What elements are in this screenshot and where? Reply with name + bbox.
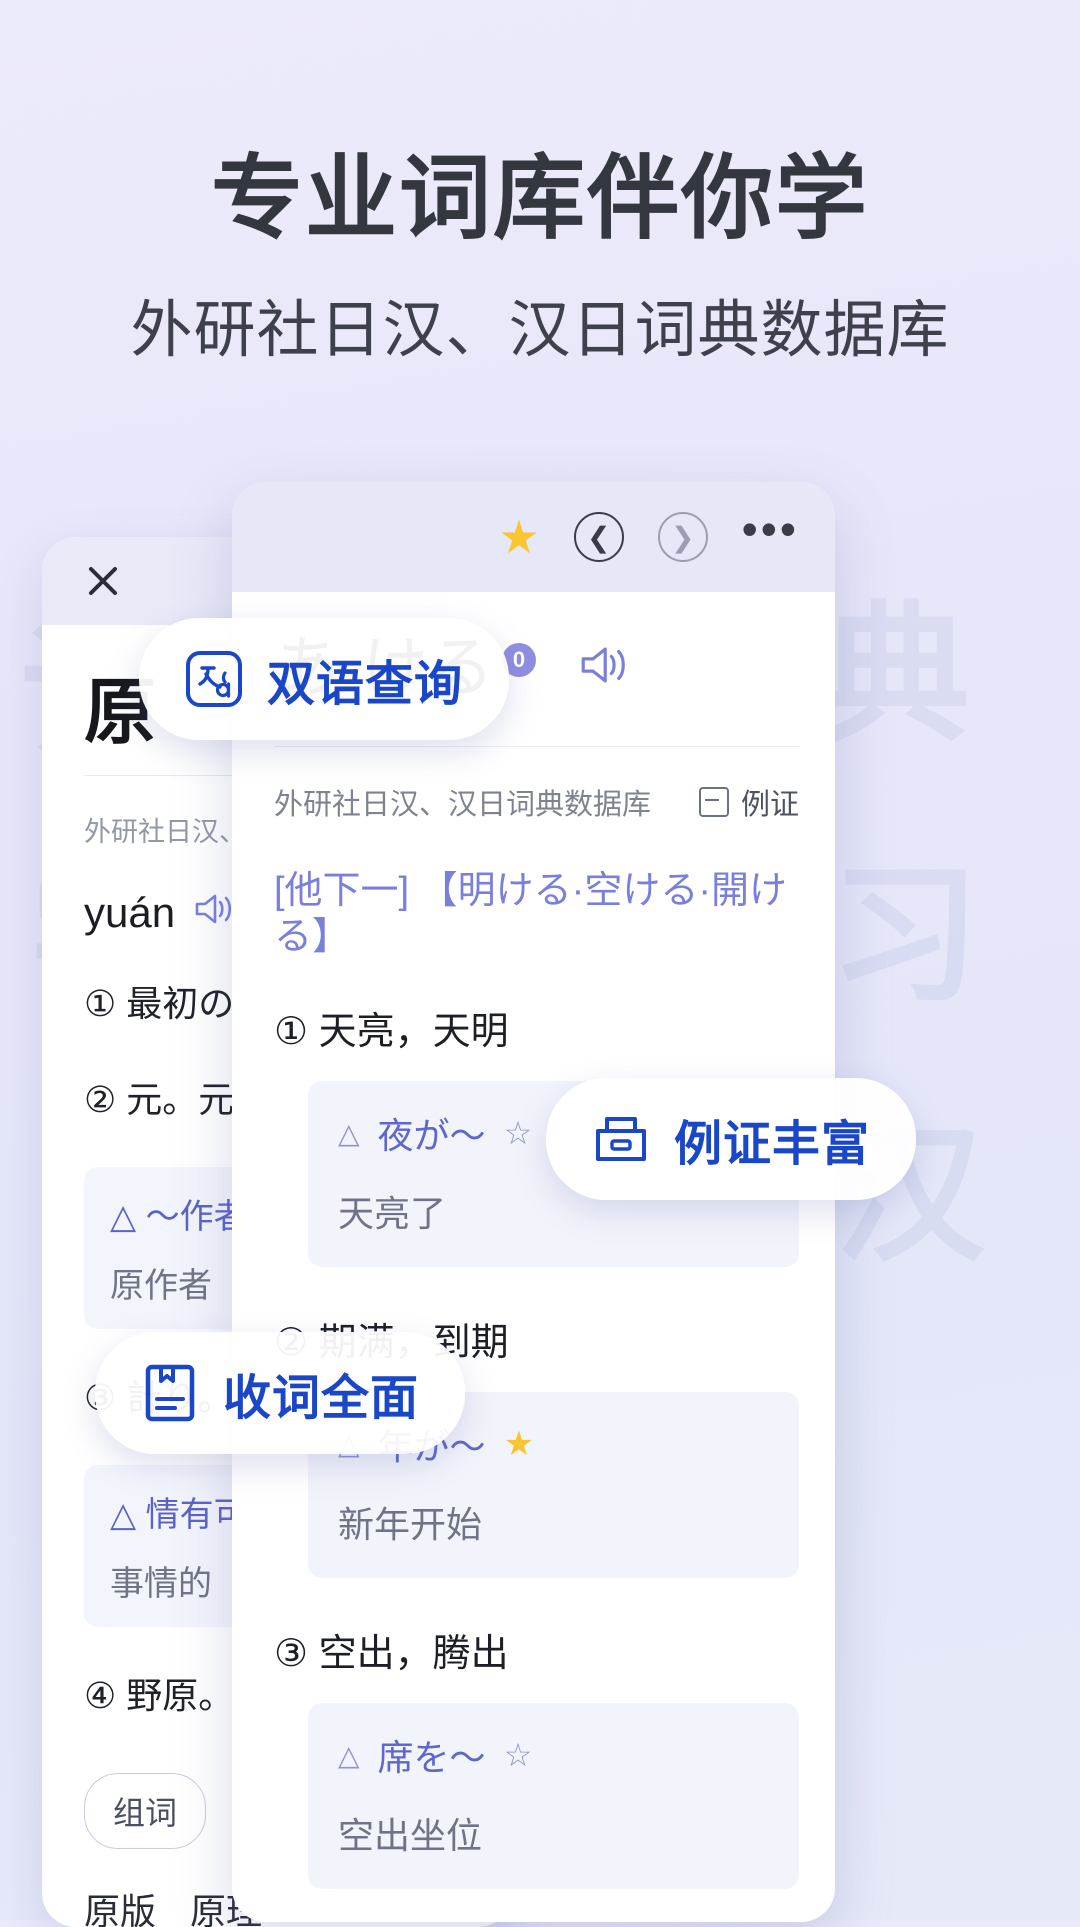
divider <box>274 746 799 747</box>
feature-pill-examples[interactable]: 例证丰富 <box>546 1078 917 1200</box>
speaker-icon[interactable] <box>578 643 630 692</box>
word-formation-chip[interactable]: 组词 <box>84 1773 207 1849</box>
star-outline-icon[interactable]: ☆ <box>504 1114 533 1152</box>
dictionary-icon <box>141 1363 199 1423</box>
sense-item: ① 天亮，天明 <box>274 1011 509 1054</box>
headline-block: 专业词库伴你学 外研社日汉、汉日词典数据库 <box>0 148 1080 366</box>
watermark-char: 习 <box>830 851 981 1019</box>
examples-toggle-label: 例证 <box>740 789 799 821</box>
primary-source: 外研社日汉、汉日词典数据库 <box>274 789 652 821</box>
grammar-line: [他下一] 【明ける·空ける·開ける】 <box>274 870 787 958</box>
page-title: 专业词库伴你学 <box>210 148 869 250</box>
star-filled-icon[interactable]: ★ <box>498 514 539 560</box>
feature-pill-label: 例证丰富 <box>674 1118 871 1171</box>
chevron-right-circle-icon[interactable]: ❯ <box>657 512 708 562</box>
star-filled-icon[interactable]: ★ <box>504 1424 534 1464</box>
feature-pill-bilingual[interactable]: 双语查询 <box>139 618 510 740</box>
triangle-marker-icon: △ <box>338 1117 360 1149</box>
page-subtitle: 外研社日汉、汉日词典数据库 <box>130 296 950 366</box>
triangle-marker-icon: △ <box>338 1739 360 1771</box>
chevron-left-circle-icon[interactable]: ❮ <box>573 512 624 562</box>
example-box: △ 席を～ ☆ 空出坐位 <box>308 1703 799 1890</box>
close-icon[interactable] <box>80 558 126 604</box>
example-book-icon <box>592 1111 650 1167</box>
watermark-char: 典 <box>820 591 971 759</box>
collapse-box-icon <box>698 787 729 817</box>
primary-source-row: 外研社日汉、汉日词典数据库 例证 <box>274 781 799 823</box>
translate-icon <box>185 650 243 708</box>
example-cn: 空出坐位 <box>338 1815 483 1857</box>
more-dots-icon[interactable]: ••• <box>742 506 799 558</box>
example-cn: 新年开始 <box>338 1504 483 1546</box>
sense-item: ③ 空出，腾出 <box>274 1633 509 1676</box>
example-jp: 席を～ <box>377 1737 486 1779</box>
primary-card-toolbar: ★ ❮ ❯ ••• <box>232 482 835 592</box>
secondary-pinyin: yuán <box>84 889 176 936</box>
primary-card-body: あ·ける0 外研社日汉、汉日词典数据库 例证 [他下一] 【明ける·空ける·開け… <box>232 592 835 1922</box>
speaker-icon[interactable] <box>193 889 235 937</box>
star-outline-icon[interactable]: ☆ <box>504 1736 533 1774</box>
example-jp-row: △ 席を～ ☆ <box>338 1729 769 1781</box>
feature-pill-label: 收词全面 <box>223 1372 420 1425</box>
feature-pill-coverage[interactable]: 收词全面 <box>95 1332 466 1454</box>
feature-pill-label: 双语查询 <box>267 658 464 711</box>
example-jp: 夜が～ <box>377 1115 486 1157</box>
related-word-link[interactable]: 原版 <box>84 1883 156 1927</box>
examples-toggle[interactable]: 例证 <box>698 781 799 823</box>
